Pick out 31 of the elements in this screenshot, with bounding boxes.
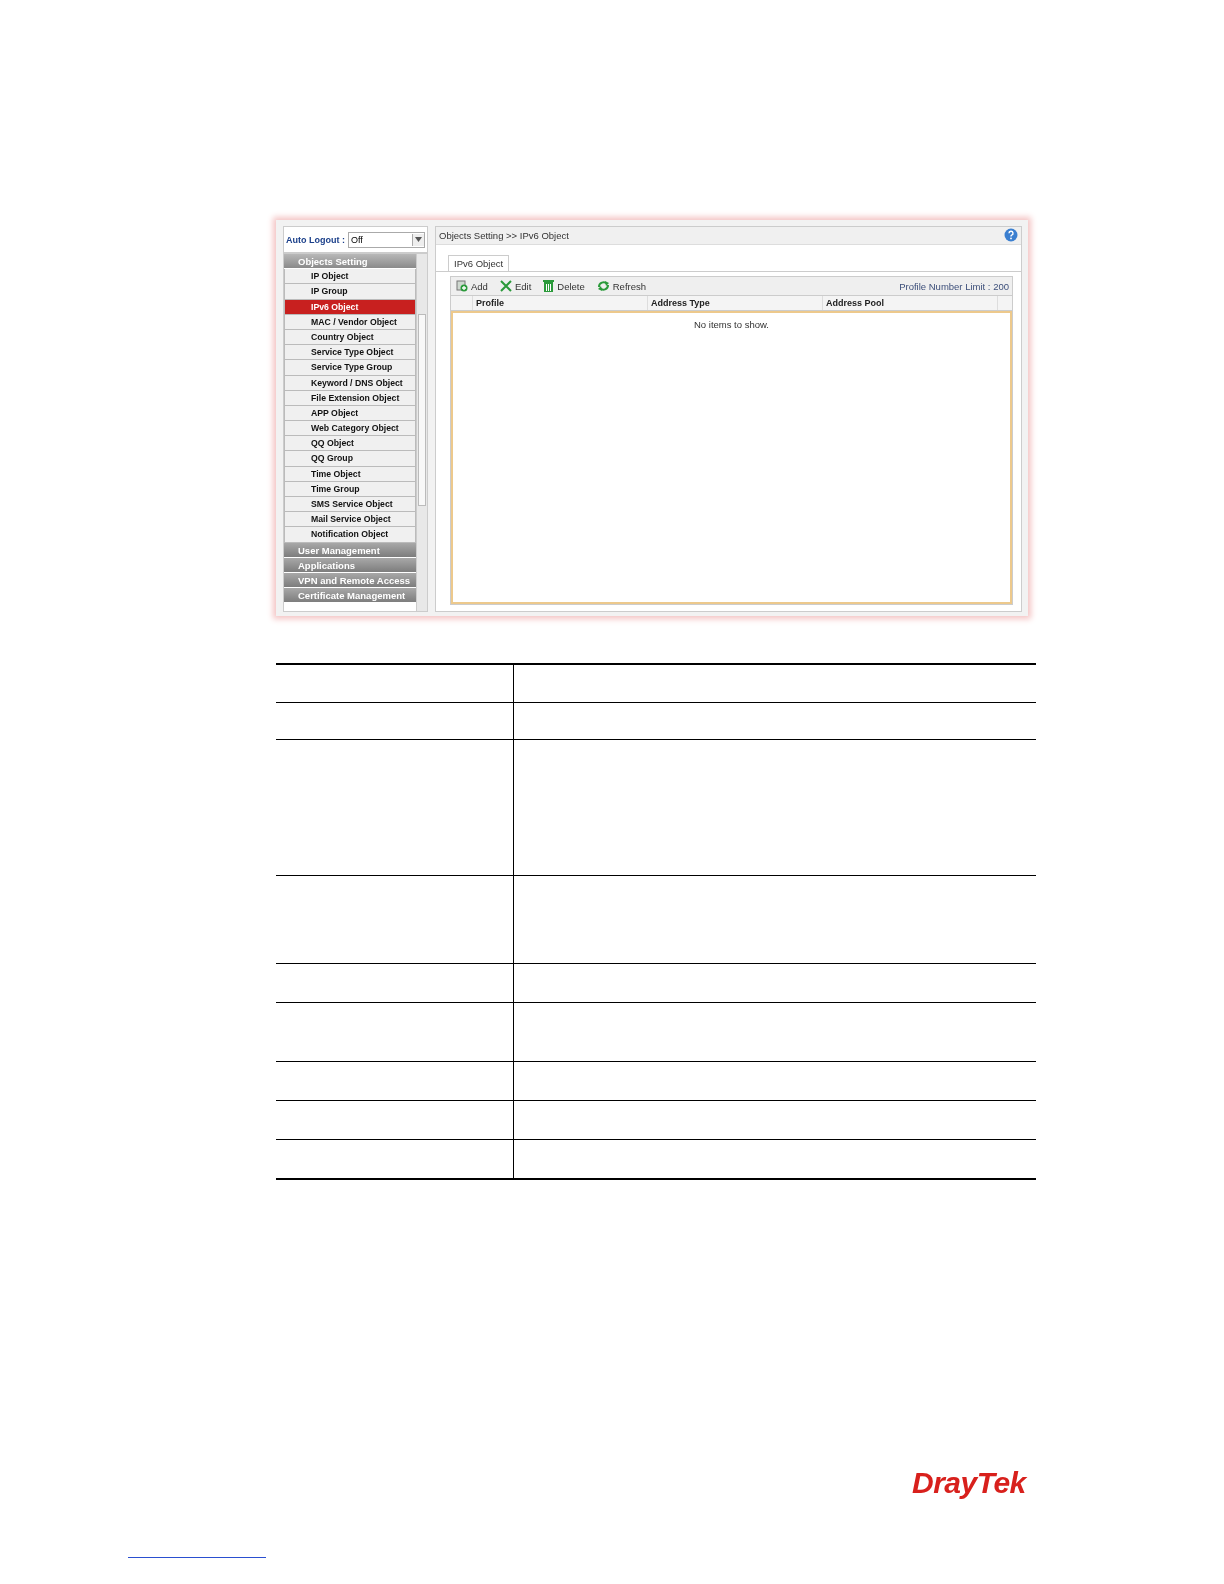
toolbar-button[interactable]: Delete (541, 280, 587, 292)
empty-message: No items to show. (694, 319, 769, 330)
breadcrumb: Objects Setting >> IPv6 Object (439, 229, 569, 241)
menu-item[interactable]: Notification Object (284, 527, 416, 543)
toolbar-button[interactable]: Edit (497, 280, 534, 292)
column-header[interactable]: Address Type (647, 296, 822, 310)
column-header[interactable]: Address Pool (822, 296, 997, 310)
tab[interactable]: IPv6 Object (448, 255, 510, 271)
column-header[interactable]: Profile (472, 296, 647, 310)
menu-item[interactable]: QQ Group (284, 451, 416, 467)
add-icon (456, 280, 468, 292)
menu-item[interactable]: QQ Object (284, 436, 416, 452)
trash-icon (543, 280, 555, 292)
toolbar-button[interactable]: Add (454, 280, 490, 292)
refresh-icon (596, 280, 610, 292)
logo: DrayTek (912, 1466, 1026, 1500)
tools-icon (499, 280, 512, 292)
menu-item[interactable]: Mail Service Object (284, 512, 416, 528)
menu-item[interactable]: Service Type Object (284, 345, 416, 361)
menu-item[interactable]: IP Group (284, 284, 416, 300)
caret-icon (412, 233, 424, 246)
profile-limit-text: Profile Number Limit : 200 (899, 280, 1009, 292)
menu-item[interactable]: SMS Service Object (284, 497, 416, 513)
help-icon[interactable] (1004, 228, 1018, 242)
menu-item[interactable]: Web Category Object (284, 421, 416, 437)
auto-logout-label: Auto Logout : (286, 234, 345, 245)
auto-logout-dropdown[interactable]: Off (348, 231, 425, 248)
scrollbar[interactable] (416, 254, 427, 611)
menu-item[interactable]: IP Object (284, 269, 416, 285)
menu-item[interactable]: Service Type Group (284, 360, 416, 376)
toolbar-button[interactable]: Refresh (594, 280, 648, 292)
